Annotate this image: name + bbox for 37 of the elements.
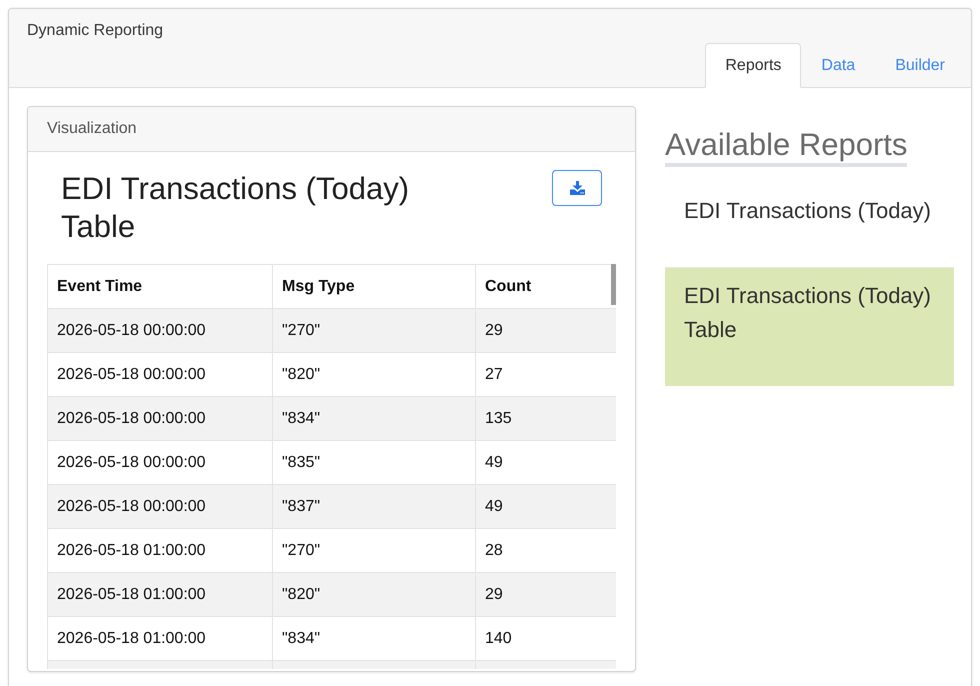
table-cell: "820"	[272, 572, 476, 616]
tab[interactable]: Reports	[705, 43, 802, 88]
table-cell: 140	[476, 616, 616, 660]
section-heading: Available Reports	[665, 127, 908, 167]
table-cell: 2026-05-18 00:00:00	[48, 352, 272, 396]
table-cell: 2026-05-18 00:00:00	[48, 440, 272, 484]
table-cell: 135	[476, 396, 616, 440]
scrollbar-thumb[interactable]	[611, 264, 616, 305]
table-cell: 29	[476, 572, 616, 616]
table-cell: 2026-05-18 01:00:00	[48, 616, 272, 660]
panel-title: Visualization	[47, 120, 137, 138]
table-cell: 2026-05-18 01:00:00	[48, 528, 272, 572]
column-header: Count	[476, 264, 616, 308]
table-cell: 2026-05-18 00:00:00	[48, 484, 272, 528]
app-title: Dynamic Reporting	[26, 21, 164, 40]
report-list-item[interactable]: EDI Transactions (Today)	[665, 182, 954, 267]
table-cell: "834"	[272, 396, 476, 440]
report-title: EDI Transactions (Today) Table	[61, 170, 410, 246]
table-cell: 2026-05-18 00:00:00	[48, 308, 272, 352]
download-icon	[570, 181, 584, 195]
table-cell: 27	[476, 352, 616, 396]
column-header: Event Time	[48, 264, 272, 308]
table-cell: 2026-05-18 01:00:00	[48, 572, 272, 616]
report-list-item[interactable]: EDI Transactions (Today) Table	[665, 267, 954, 386]
table-cell: 2026-05-18 00:00:00	[48, 396, 272, 440]
table-cell: "837"	[272, 484, 476, 528]
table-cell: 49	[476, 484, 616, 528]
table-cell: "270"	[272, 528, 476, 572]
table-cell: "834"	[272, 616, 476, 660]
table-cell: "835"	[272, 440, 476, 484]
table-cell: "270"	[272, 308, 476, 352]
download-button[interactable]	[552, 170, 602, 206]
table-cell: 49	[476, 440, 616, 484]
column-header: Msg Type	[272, 264, 476, 308]
table-cell: 29	[476, 308, 616, 352]
table-cell: 28	[476, 528, 616, 572]
table-cell: "820"	[272, 352, 476, 396]
